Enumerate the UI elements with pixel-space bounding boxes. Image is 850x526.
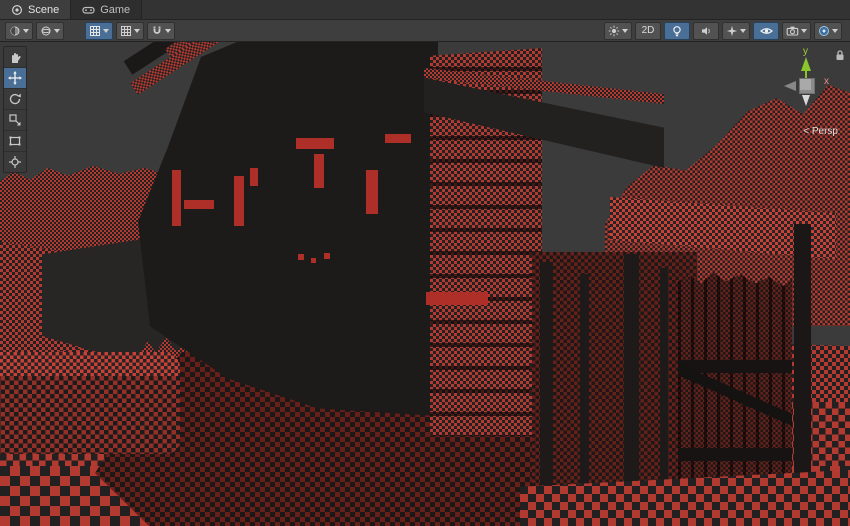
scene-viewport[interactable]: y x < Persp [0, 42, 850, 526]
move-icon [8, 71, 22, 85]
gizmo-z-axis-arrow[interactable] [784, 81, 796, 91]
gizmos-dropdown[interactable] [814, 22, 842, 40]
effects-sparkle-icon [726, 25, 738, 37]
rotate-icon [8, 92, 22, 106]
tab-scene[interactable]: Scene [0, 0, 71, 19]
glow-mark [184, 200, 214, 209]
glow-mark [298, 254, 304, 260]
gizmo-y-axis-cone[interactable] [801, 57, 811, 71]
hand-icon [8, 50, 22, 64]
audio-toggle[interactable] [693, 22, 719, 40]
glow-mark [426, 292, 488, 305]
grid-plane-icon [120, 25, 132, 37]
gizmos-sphere-icon [818, 25, 830, 37]
glow-mark [172, 170, 181, 226]
chevron-down-icon [165, 29, 171, 33]
view-tool-button[interactable] [4, 47, 26, 68]
gizmo-y-label[interactable]: y [803, 46, 808, 57]
post [540, 262, 553, 512]
chevron-down-icon [103, 29, 109, 33]
chevron-down-icon [801, 29, 807, 33]
chevron-down-icon [622, 29, 628, 33]
glow-mark [296, 138, 334, 149]
shaded-sphere-icon [9, 25, 21, 37]
scale-tool-button[interactable] [4, 110, 26, 131]
glow-mark [311, 258, 316, 263]
unity-editor-window: Scene Game [0, 0, 850, 526]
move-tool-button[interactable] [4, 68, 26, 89]
chevron-down-icon [740, 29, 746, 33]
render-mode-dropdown[interactable] [36, 22, 64, 40]
lightbulb-icon [671, 25, 683, 37]
gizmo-center-cube[interactable] [799, 78, 815, 94]
tab-game[interactable]: Game [71, 0, 142, 19]
2d-label: 2D [640, 25, 657, 36]
tool-palette [3, 46, 27, 173]
post [580, 274, 589, 509]
rect-tool-icon [8, 134, 22, 148]
view-options-dropdown[interactable] [604, 22, 632, 40]
chevron-down-icon [23, 29, 29, 33]
chevron-down-icon [832, 29, 838, 33]
glow-mark [250, 168, 258, 186]
chevron-down-icon [54, 29, 60, 33]
fence-rail-bottom [678, 448, 792, 461]
rect-tool-button[interactable] [4, 131, 26, 152]
eye-icon [760, 25, 773, 37]
glow-mark [324, 253, 330, 259]
2d-toggle[interactable]: 2D [635, 22, 661, 40]
rotate-tool-button[interactable] [4, 89, 26, 110]
tab-game-label: Game [100, 4, 130, 16]
transform-tool-button[interactable] [4, 152, 26, 172]
glow-mark [314, 154, 324, 188]
wireframe-sphere-icon [40, 25, 52, 37]
tab-scene-label: Scene [28, 4, 59, 16]
camera-icon [786, 25, 799, 37]
sun-icon [608, 25, 620, 37]
game-icon [82, 4, 95, 16]
lighting-toggle[interactable] [664, 22, 690, 40]
panel-tab-bar: Scene Game [0, 0, 850, 20]
camera-preview-dropdown[interactable] [782, 22, 811, 40]
persp-toggle[interactable]: < Persp [803, 126, 838, 137]
grid-icon [89, 25, 101, 37]
gizmo-down-axis-cone[interactable] [802, 95, 810, 106]
effects-dropdown[interactable] [722, 22, 750, 40]
draw-mode-dropdown[interactable] [5, 22, 33, 40]
grid-visibility-dropdown[interactable] [85, 22, 113, 40]
orientation-gizmo[interactable]: y x [780, 48, 834, 126]
lock-icon[interactable] [835, 50, 845, 61]
magnet-icon [151, 25, 163, 37]
chevron-down-icon [134, 29, 140, 33]
glow-mark [366, 170, 378, 214]
scene-icon [11, 4, 23, 16]
snap-settings-dropdown[interactable] [147, 22, 175, 40]
speaker-icon [700, 25, 712, 37]
gizmo-y-axis-stem [805, 70, 807, 78]
building-facade-dark [138, 42, 438, 416]
gizmo-x-label[interactable]: x [824, 76, 829, 87]
scene-toolbar: 2D [0, 20, 850, 42]
scale-icon [8, 113, 22, 127]
transform-icon [8, 155, 22, 169]
post [624, 254, 639, 516]
grid-plane-dropdown[interactable] [116, 22, 144, 40]
glow-mark [234, 176, 244, 226]
scene-visibility-toggle[interactable] [753, 22, 779, 40]
fence [678, 272, 792, 507]
post [660, 268, 668, 506]
glow-mark [385, 134, 411, 143]
